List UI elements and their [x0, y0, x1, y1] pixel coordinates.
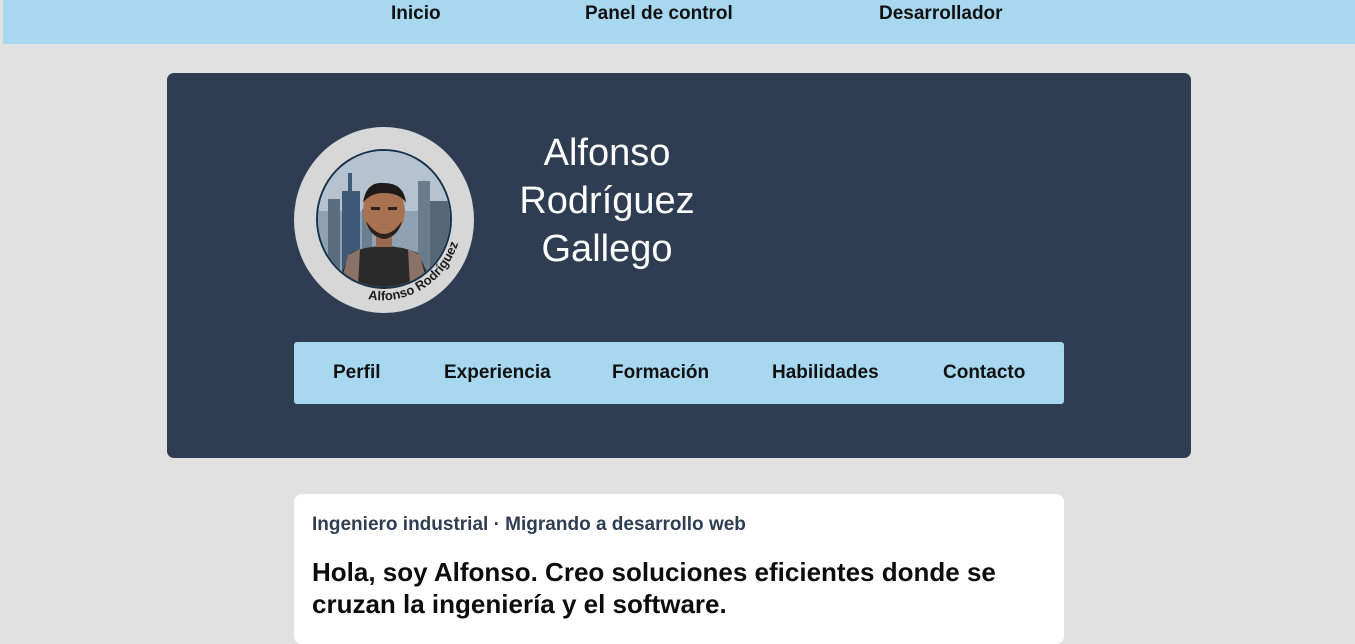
intro-card: Ingeniero industrial · Migrando a desarr… — [294, 494, 1064, 644]
profile-header: Alfonso Rodríguez Alfonso Rodríguez Gall… — [167, 73, 1191, 458]
intro-greeting: Hola, soy Alfonso. Creo soluciones efici… — [312, 557, 996, 619]
nav-link-panel-de-control[interactable]: Panel de control — [585, 3, 733, 25]
section-link-contacto[interactable]: Contacto — [943, 362, 1025, 384]
name-line-second: Rodríguez — [519, 180, 695, 222]
avatar: Alfonso Rodríguez — [294, 127, 474, 313]
avatar-caption-text: Alfonso Rodríguez — [367, 239, 461, 304]
svg-text:Alfonso Rodríguez: Alfonso Rodríguez — [367, 239, 461, 304]
nav-link-inicio[interactable]: Inicio — [391, 3, 441, 25]
section-link-perfil[interactable]: Perfil — [333, 362, 381, 384]
nav-link-desarrollador[interactable]: Desarrollador — [879, 3, 1003, 25]
top-navbar: Inicio Panel de control Desarrollador — [3, 0, 1355, 44]
name-line-third: Gallego — [541, 228, 673, 270]
avatar-caption: Alfonso Rodríguez — [367, 239, 461, 304]
section-link-experiencia[interactable]: Experiencia — [444, 362, 551, 384]
section-link-habilidades[interactable]: Habilidades — [772, 362, 879, 384]
section-link-formacion[interactable]: Formación — [612, 362, 709, 384]
intro-subtitle: Ingeniero industrial · Migrando a desarr… — [312, 514, 746, 535]
name-line-first: Alfonso — [543, 132, 671, 174]
section-navbar: Perfil Experiencia Formación Habilidades… — [294, 342, 1064, 404]
page-title: Alfonso Rodríguez Gallego — [497, 129, 717, 273]
